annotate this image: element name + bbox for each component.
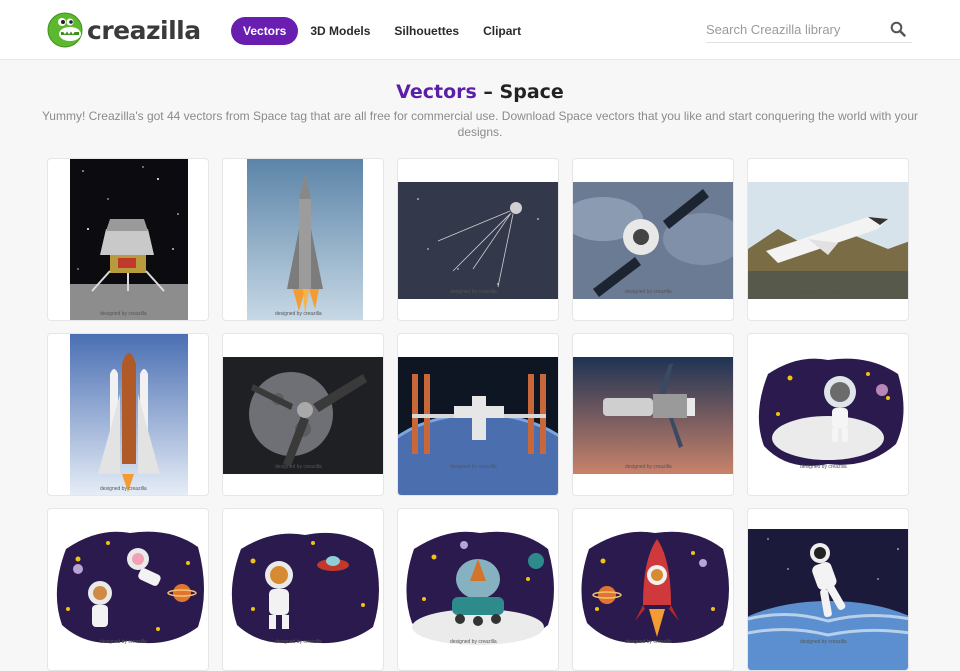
watermark: designed by creazilla [800, 464, 847, 470]
watermark: designed by creazilla [100, 486, 147, 492]
astronaut-icon [748, 529, 908, 670]
logo-text: creazilla [87, 15, 201, 45]
watermark: designed by creazilla [800, 289, 847, 295]
nav-silhouettes[interactable]: Silhouettes [382, 17, 471, 45]
watermark: designed by creazilla [450, 639, 497, 645]
space-shuttle-card[interactable]: designed by creazilla [47, 333, 209, 496]
telescope-icon [573, 357, 733, 474]
monkey-astronaut-card[interactable]: designed by creazilla [47, 508, 209, 671]
search-bar [706, 16, 912, 43]
watermark: designed by creazilla [100, 639, 147, 645]
dragon-capsule-card[interactable]: designed by creazilla [572, 158, 734, 321]
search-icon[interactable] [890, 21, 906, 37]
watermark: designed by creazilla [625, 639, 672, 645]
satellite-moon-card[interactable]: designed by creazilla [222, 333, 384, 496]
watermark: designed by creazilla [800, 639, 847, 645]
lion-rocket-icon [581, 531, 729, 643]
lion-astronaut-icon [231, 532, 379, 644]
space-station-card[interactable]: designed by creazilla [397, 333, 559, 496]
satellite-icon [223, 357, 383, 474]
watermark: designed by creazilla [450, 289, 497, 295]
nav-clipart[interactable]: Clipart [471, 17, 533, 45]
page-title: Vectors – Space [0, 81, 960, 103]
space-shuttle-landing-card[interactable]: designed by creazilla [747, 158, 909, 321]
monkey-astronaut-icon [56, 531, 204, 644]
page-description: Yummy! Creazilla's got 44 vectors from S… [41, 109, 919, 139]
crocodile-logo-icon [47, 12, 83, 48]
fox-rover-card[interactable]: designed by creazilla [397, 508, 559, 671]
lunar-module-card[interactable]: designed by creazilla [47, 158, 209, 321]
lunar-module-icon [70, 159, 188, 320]
hubble-telescope-card[interactable]: designed by creazilla [572, 333, 734, 496]
capsule-icon [573, 182, 733, 299]
watermark: designed by creazilla [625, 289, 672, 295]
main-nav: Vectors 3D Models Silhouettes Clipart [231, 17, 533, 45]
watermark: designed by creazilla [275, 464, 322, 470]
search-input[interactable] [706, 16, 886, 42]
page-title-tag: Space [499, 81, 564, 103]
site-header: creazilla Vectors 3D Models Silhouettes … [0, 0, 960, 60]
sputnik-card[interactable]: designed by creazilla [397, 158, 559, 321]
space-shuttle-icon [70, 334, 188, 495]
lion-astronaut-card[interactable]: designed by creazilla [222, 508, 384, 671]
lion-rocket-card[interactable]: designed by creazilla [572, 508, 734, 671]
rocket-launch-card[interactable]: designed by creazilla [222, 158, 384, 321]
space-station-icon [398, 357, 558, 495]
raccoon-astronaut-card[interactable]: designed by creazilla [747, 333, 909, 496]
nav-3d-models[interactable]: 3D Models [298, 17, 382, 45]
nav-vectors[interactable]: Vectors [231, 17, 299, 45]
fox-rover-icon [406, 531, 554, 645]
watermark: designed by creazilla [100, 311, 147, 317]
watermark: designed by creazilla [450, 464, 497, 470]
page-title-category: Vectors [396, 81, 477, 103]
rocket-icon [247, 159, 363, 320]
watermark: designed by creazilla [275, 639, 322, 645]
page-title-separator: – [476, 81, 500, 103]
watermark: designed by creazilla [625, 464, 672, 470]
shuttle-landing-icon [748, 182, 908, 299]
raccoon-astronaut-icon [758, 358, 904, 466]
creazilla-logo[interactable]: creazilla [46, 11, 201, 49]
sputnik-icon [398, 182, 558, 299]
watermark: designed by creazilla [275, 311, 322, 317]
astronaut-earth-card[interactable]: designed by creazilla [747, 508, 909, 671]
